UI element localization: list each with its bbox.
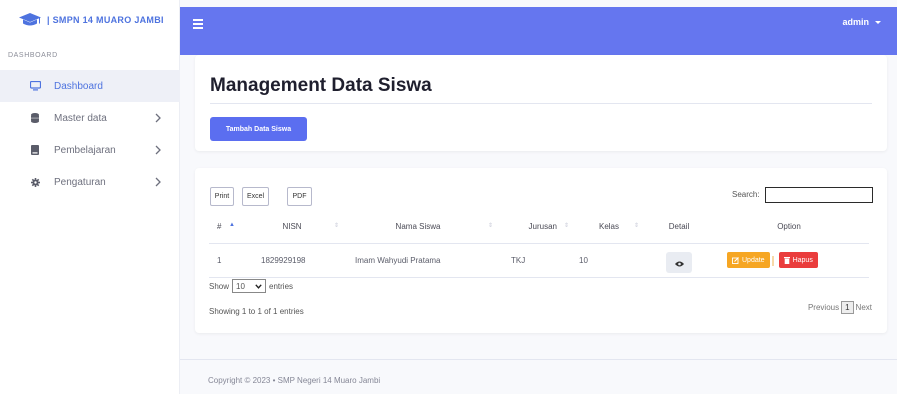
column-header-nama[interactable]: Nama Siswa ⇕: [339, 211, 497, 243]
header-card: Management Data Siswa Tambah Data Siswa: [195, 55, 887, 151]
previous-button[interactable]: Previous: [808, 303, 839, 312]
pagination: Previous 1 Next: [808, 301, 872, 314]
column-header-option: Option: [777, 222, 801, 232]
table-row: 1 1829929198 Imam Wahyudi Pratama TKJ 10: [209, 243, 869, 277]
sidebar-item-master-data[interactable]: Master data: [0, 102, 180, 134]
entries-label: entries: [269, 281, 294, 291]
sort-asc-icon: ▲: [229, 222, 235, 228]
sidebar-item-pengaturan[interactable]: Pengaturan: [0, 166, 180, 198]
user-menu[interactable]: admin: [842, 17, 881, 27]
sidebar: | SMPN 14 MUARO JAMBI DASHBOARD Dashboar…: [0, 0, 180, 394]
eye-icon: [674, 255, 684, 270]
cell-nisn: 1829929198: [261, 255, 306, 265]
add-student-button[interactable]: Tambah Data Siswa: [210, 117, 307, 141]
sidebar-item-label: Dashboard: [54, 80, 103, 92]
footer-copyright: Copyright © 2023 • SMP Negeri 14 Muaro J…: [208, 376, 381, 385]
brand-title: | SMPN 14 MUARO JAMBI: [47, 15, 164, 25]
caret-down-icon: [875, 20, 881, 24]
pdf-button[interactable]: PDF: [287, 187, 312, 206]
sidebar-item-label: Master data: [54, 112, 107, 124]
excel-button[interactable]: Excel: [242, 187, 269, 206]
edit-icon: [732, 256, 739, 264]
brand[interactable]: | SMPN 14 MUARO JAMBI: [0, 0, 179, 40]
database-icon: [29, 113, 41, 123]
column-header-detail: Detail: [668, 222, 690, 232]
sidebar-item-pembelajaran[interactable]: Pembelajaran: [0, 134, 180, 166]
cell-nama: Imam Wahyudi Pratama: [355, 255, 441, 265]
page-title: Management Data Siswa: [210, 75, 432, 96]
monitor-icon: [29, 81, 41, 91]
sidebar-item-dashboard[interactable]: Dashboard: [0, 70, 180, 102]
delete-button[interactable]: Hapus: [778, 252, 818, 268]
column-header-nisn[interactable]: NISN ⇕: [245, 211, 339, 243]
sort-icon: ⇕: [487, 223, 493, 229]
cell-kelas: 10: [579, 255, 588, 265]
graduation-cap-icon: [19, 12, 43, 28]
footer-divider: [180, 359, 897, 360]
chevron-right-icon: [155, 177, 163, 187]
update-button[interactable]: Update: [727, 252, 770, 268]
sort-icon: ⇕: [633, 223, 639, 229]
cell-jurusan: TKJ: [511, 255, 526, 265]
next-button[interactable]: Next: [856, 303, 872, 312]
search-label: Search:: [732, 190, 760, 199]
separator: [771, 256, 774, 267]
user-name: admin: [842, 17, 869, 27]
book-icon: [29, 145, 41, 155]
cell-detail: [649, 243, 709, 277]
sidebar-item-label: Pembelajaran: [54, 144, 116, 156]
students-table: # ▲ NISN ⇕ Nama Siswa ⇕ Jurusan ⇕ Kelas: [209, 211, 869, 278]
cell-no: 1: [217, 255, 222, 265]
detail-button[interactable]: [666, 252, 692, 273]
length-control: Show 10 entries: [209, 279, 293, 293]
chevron-right-icon: [155, 113, 163, 123]
divider: [210, 103, 872, 104]
column-header-kelas[interactable]: Kelas ⇕: [569, 211, 649, 243]
topbar: admin: [180, 7, 897, 55]
sidebar-item-label: Pengaturan: [54, 176, 106, 188]
search-input[interactable]: [765, 187, 873, 203]
column-header-no[interactable]: # ▲: [209, 211, 245, 243]
trash-icon: [783, 256, 790, 264]
chevron-right-icon: [155, 145, 163, 155]
table-info: Showing 1 to 1 of 1 entries: [209, 307, 304, 316]
page-size-select[interactable]: 10: [232, 279, 267, 293]
cell-option: Update Hapus: [709, 243, 869, 277]
gear-icon: [29, 177, 41, 187]
chevron-down-icon: [255, 283, 262, 289]
page-button-1[interactable]: 1: [841, 301, 854, 314]
column-header-jurusan[interactable]: Jurusan ⇕: [497, 211, 569, 243]
hamburger-icon[interactable]: [193, 19, 205, 29]
table-card: Print Excel PDF Search: # ▲ NISN ⇕ Nama …: [195, 168, 887, 333]
print-button[interactable]: Print: [210, 187, 234, 206]
table-header-row: # ▲ NISN ⇕ Nama Siswa ⇕ Jurusan ⇕ Kelas: [209, 211, 869, 243]
show-label: Show: [209, 281, 230, 291]
